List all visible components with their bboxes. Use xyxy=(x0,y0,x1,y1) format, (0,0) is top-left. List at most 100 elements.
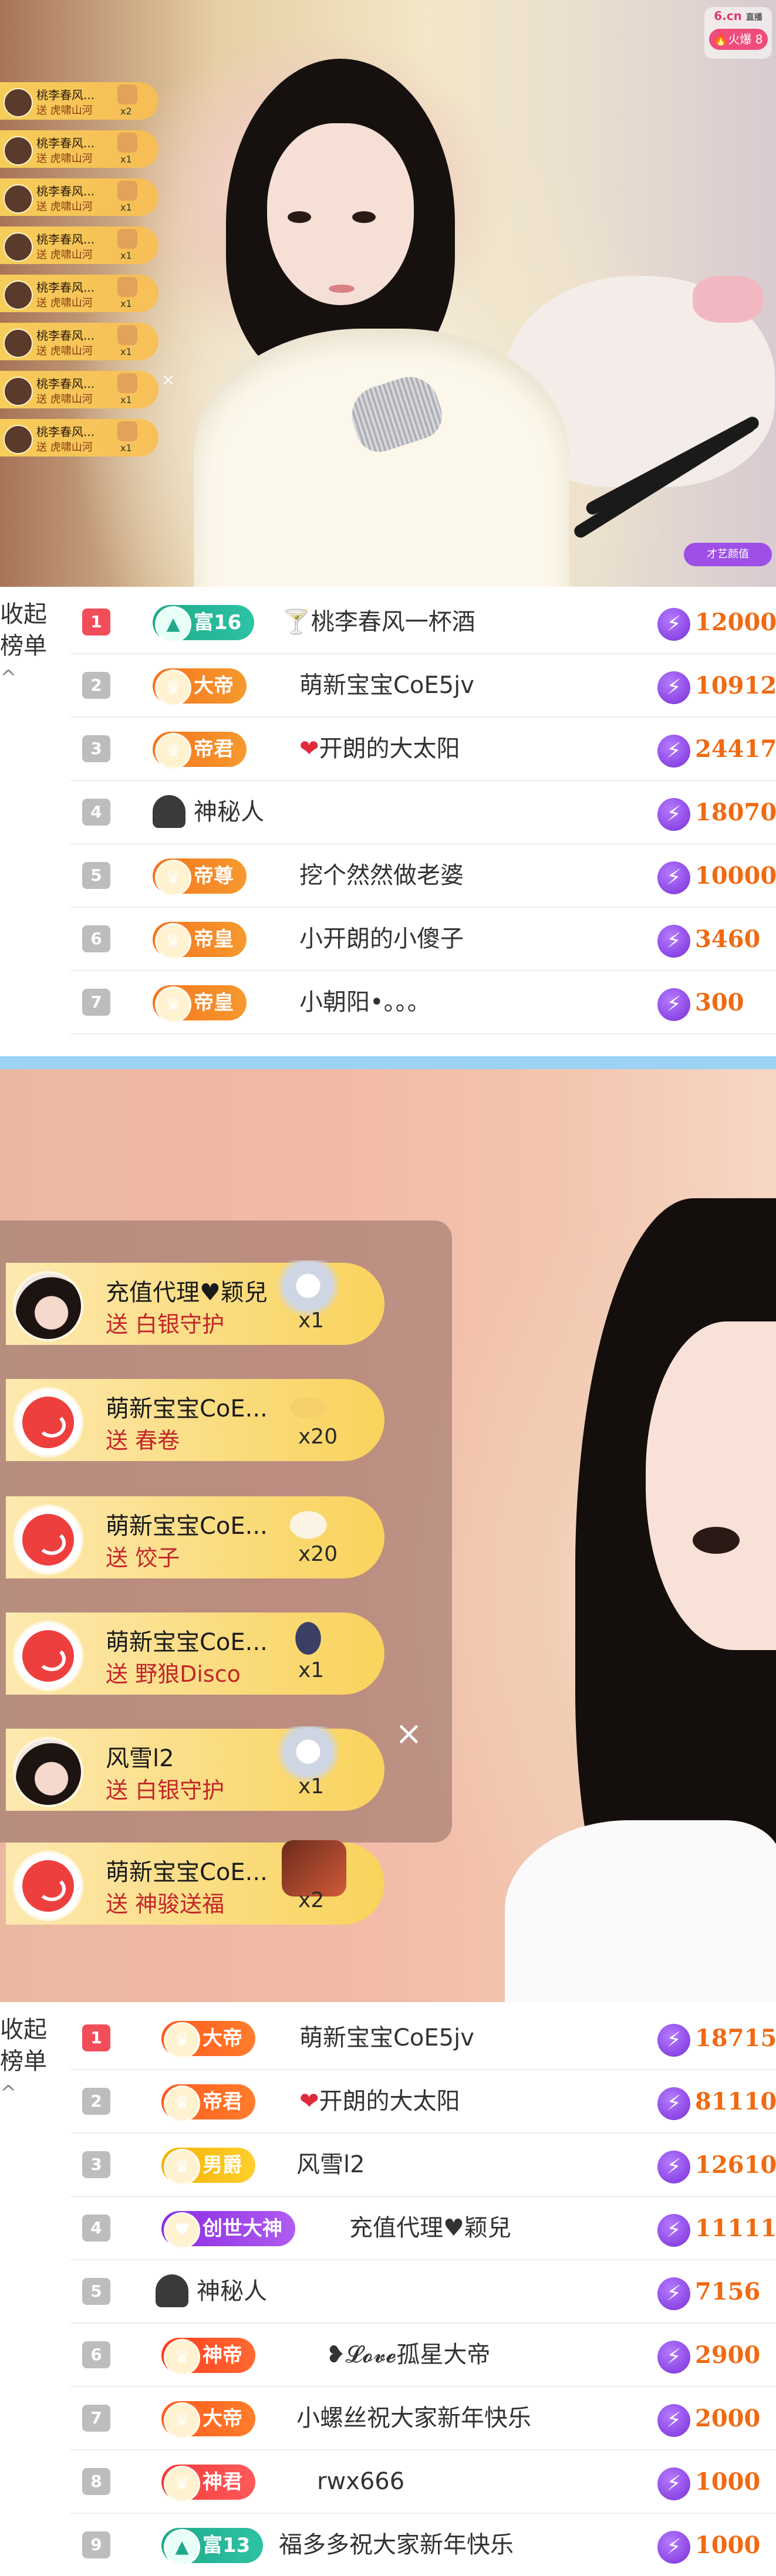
rank-row[interactable]: 6 ♛ 帝皇 小开朗的小傻子 ⚡ 3460 xyxy=(70,907,776,971)
value-text: 24417 xyxy=(695,735,776,763)
heart-icon: ❤ xyxy=(299,735,319,762)
contribution-value: ⚡120000 xyxy=(657,605,776,641)
fire-badge[interactable]: 🔥火爆 8 xyxy=(708,29,768,50)
gift-count: x20 xyxy=(298,1542,338,1566)
rank-number: 2 xyxy=(82,2088,110,2115)
rank-row[interactable]: 2 ♛ 帝君 ❤开朗的大太阳 ⚡ 81110 xyxy=(70,2069,776,2134)
avatar xyxy=(13,1387,83,1458)
avatar xyxy=(4,232,33,262)
value-text: 1000 xyxy=(695,2531,761,2559)
streamer-eye-left xyxy=(288,211,311,223)
brand-text: 6.cn xyxy=(714,9,742,23)
value-text: 12610 xyxy=(695,2151,776,2179)
badge-label: 帝皇 xyxy=(194,991,234,1015)
avatar xyxy=(4,136,33,165)
badge-label: 帝君 xyxy=(194,738,234,761)
lightning-icon: ⚡ xyxy=(657,2277,690,2310)
contribution-value: ⚡187152 xyxy=(657,2021,776,2057)
crown-level-icon: ♛ xyxy=(155,923,191,959)
plush-bow-image xyxy=(693,276,763,323)
user-name: ❤开朗的大太阳 xyxy=(299,733,460,765)
avatar xyxy=(4,88,33,117)
lightning-icon: ⚡ xyxy=(657,2151,690,2183)
rank-row[interactable]: 2 ♛大帝 萌新宝宝CoE5jv ⚡109129 xyxy=(70,653,776,718)
rank-number: 3 xyxy=(82,735,110,762)
crown-level-icon: ♛ xyxy=(155,860,191,896)
gift-sender-name: 萌新宝宝CoE... xyxy=(106,1395,268,1422)
rank-row[interactable]: 6 ♛ 神帝 ❥𝓛𝓸𝓿𝓮孤星大帝 ⚡ 2900 xyxy=(70,2323,776,2387)
level-badge: ♛ 大帝 xyxy=(161,2401,255,2439)
rank-number: 5 xyxy=(82,2278,110,2305)
gift-description: 送 虎啸山河 xyxy=(36,297,93,309)
rank-row[interactable]: 7 ♛ 帝皇 小朝阳•。。。 ⚡ 300 xyxy=(70,970,776,1035)
stream-video-top[interactable]: 6.cn 直播 🔥火爆 8 才艺颜值 桃李春风... 送 虎啸山河 x2 桃李春… xyxy=(0,0,776,587)
contribution-value: ⚡ 11111 xyxy=(657,2211,776,2247)
rank-row[interactable]: 1 ♛大帝 萌新宝宝CoE5jv ⚡187152 xyxy=(70,2006,776,2070)
lightning-icon: ⚡ xyxy=(657,925,690,958)
gift-feed-item: 桃李春风... 送 虎啸山河 x1 xyxy=(0,178,158,216)
gift-count: x2 xyxy=(298,1888,325,1912)
lightning-icon: ⚡ xyxy=(657,671,690,704)
triangle-level-icon: ▲ xyxy=(155,606,191,643)
rank-row[interactable]: 3 ♛ 男爵 风雪l2 ⚡ 12610 xyxy=(70,2132,776,2197)
collapse-rank-toggle[interactable]: 收起 榜单 ^ xyxy=(0,599,47,694)
level-badge: ▲ 富16 xyxy=(153,605,255,643)
gift-feed-item: 桃李春风... 送 虎啸山河 x2 xyxy=(0,82,158,120)
rank-row[interactable]: 4 ♥ 创世大神 充值代理♥颖兒 ⚡ 11111 xyxy=(70,2196,776,2260)
avatar xyxy=(13,1271,83,1341)
rank-row[interactable]: 8 ♛ 神君 rwx666 ⚡ 1000 xyxy=(70,2449,776,2514)
rank-row[interactable]: 1 ▲富16 🍸桃李春风一杯酒 ⚡120000 xyxy=(70,590,776,654)
value-text: 2000 xyxy=(695,2405,761,2432)
gift-count: x1 xyxy=(120,202,132,213)
close-icon[interactable]: × xyxy=(395,1715,423,1753)
badge-label: 神君 xyxy=(203,2470,242,2494)
rank-row[interactable]: 7 ♛ 大帝 小螺丝祝大家新年快乐 ⚡ 2000 xyxy=(70,2386,776,2450)
gift-feed-item: 充值代理♥颖兒 送 白银守护 x1 xyxy=(6,1260,384,1345)
gift-sender-name: 风雪l2 xyxy=(106,1745,174,1772)
contribution-value: ⚡ 12610 xyxy=(657,2148,776,2183)
category-tag[interactable]: 才艺颜值 xyxy=(684,543,772,566)
heart-shield-icon: ♥ xyxy=(164,2212,200,2249)
gift-count: x2 xyxy=(120,106,132,117)
contribution-value: ⚡109129 xyxy=(657,668,776,704)
rank-row[interactable]: 3 ♛ 帝君 ❤开朗的大太阳 ⚡ 24417 xyxy=(70,716,776,781)
close-icon[interactable]: × xyxy=(161,370,175,389)
value-text: 7156 xyxy=(695,2278,761,2305)
gift-sender-name: 桃李春风... xyxy=(36,425,95,439)
gift-count: x1 xyxy=(298,1774,325,1799)
tiger-gift-icon xyxy=(117,325,137,345)
level-badge: ♛ 男爵 xyxy=(161,2148,255,2185)
level-badge: ♛ 神君 xyxy=(161,2465,255,2502)
user-name: 神秘人 xyxy=(194,799,264,826)
gift-sender-name: 桃李春风... xyxy=(36,377,95,391)
badge-label: 帝尊 xyxy=(194,864,234,888)
avatar xyxy=(13,1505,83,1575)
gift-description: 送 饺子 xyxy=(106,1545,180,1571)
rank-number: 1 xyxy=(82,608,110,635)
gift-description: 送 虎啸山河 xyxy=(36,153,93,165)
gift-description: 送 野狼Disco xyxy=(106,1661,241,1687)
fire-label: 火爆 xyxy=(728,32,752,46)
crown-level-icon: ♛ xyxy=(164,2339,200,2375)
mystery-user-icon xyxy=(153,795,185,828)
lightning-icon: ⚡ xyxy=(657,2214,690,2247)
badge-label: 帝皇 xyxy=(194,928,234,951)
gift-count: x1 xyxy=(120,346,132,357)
rank-row[interactable]: 5 ♛ 帝尊 挖个然然做老婆 ⚡ 10000 xyxy=(70,843,776,908)
collapse-rank-toggle[interactable]: 收起 榜单 ^ xyxy=(0,2014,47,2109)
fire-icon: 🔥 xyxy=(713,32,728,46)
lightning-icon: ⚡ xyxy=(657,2087,690,2120)
gift-description: 送 春卷 xyxy=(106,1428,180,1453)
crown-level-icon: ♛ xyxy=(155,733,191,769)
crown-level-icon: ♛ xyxy=(164,2022,200,2058)
badge-label: 帝君 xyxy=(203,2090,242,2114)
contribution-value: ⚡ 81110 xyxy=(657,2084,776,2120)
user-name: 充值代理♥颖兒 xyxy=(349,2215,511,2242)
crown-level-icon: ♛ xyxy=(164,2085,200,2122)
rank-row[interactable]: 4 神秘人 ⚡ 18070 xyxy=(70,780,776,844)
value-text: 3460 xyxy=(695,925,761,953)
value-text: 10000 xyxy=(695,862,776,890)
rank-row[interactable]: 9 ▲ 富13 福多多祝大家新年快乐 ⚡ 1000 xyxy=(70,2513,776,2576)
rank-row[interactable]: 5 神秘人 ⚡ 7156 xyxy=(70,2259,776,2324)
avatar xyxy=(13,1737,83,1807)
